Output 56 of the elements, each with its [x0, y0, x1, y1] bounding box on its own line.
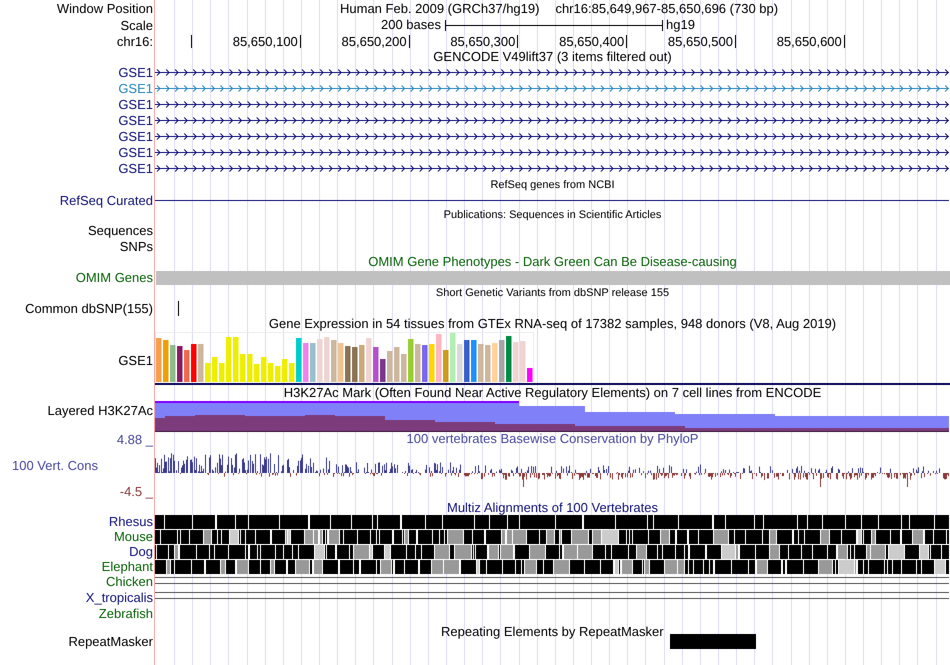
track-label[interactable]: OMIM Genes: [76, 271, 153, 284]
ruler-tick: [191, 35, 192, 48]
ruler-tick: [517, 35, 518, 48]
assembly-name: Human Feb. 2009 (GRCh37/hg19): [340, 0, 540, 18]
ruler-tick: [408, 35, 410, 48]
ruler-label: 85,650,600: [776, 32, 843, 51]
track-label[interactable]: Chicken: [106, 575, 153, 588]
track-label[interactable]: Elephant: [102, 560, 153, 573]
track-label[interactable]: GSE1: [118, 130, 153, 142]
row-label: Scale: [120, 18, 153, 32]
axis-max-label: 4.88 _: [116, 433, 153, 446]
track-label[interactable]: Dog: [129, 545, 153, 558]
track-title: Repeating Elements by RepeatMasker: [441, 623, 664, 641]
ruler-label: 85,650,500: [668, 32, 734, 51]
track-title: RefSeq genes from NCBI: [490, 178, 615, 192]
ruler-tick: [300, 35, 301, 48]
track-label[interactable]: GSE1: [118, 66, 153, 78]
track-title: Publications: Sequences in Scientific Articles: [444, 208, 662, 223]
track-title: Gene Expression in 54 tissues from GTEx RNA-seq of 17382 samples, 948 donors (V8, Aug 2019): [268, 315, 836, 334]
track-title: GENCODE V49lift37 (3 items filtered out): [433, 48, 672, 66]
ruler-label: 85,650,300: [450, 32, 516, 51]
ruler-label: 85,650,200: [342, 32, 408, 51]
track-label[interactable]: X_tropicalis: [86, 590, 153, 604]
assembly-label: hg19: [666, 16, 695, 34]
track-label[interactable]: Zebrafish: [98, 606, 153, 620]
track-label[interactable]: Sequences: [88, 224, 153, 237]
ruler-tick: [626, 35, 628, 48]
axis-min-label: -4.5 _: [120, 485, 153, 498]
track-label[interactable]: 100 Vert. Cons: [12, 459, 153, 472]
track-label[interactable]: Layered H3K27Ac: [47, 404, 153, 417]
track-title: 100 vertebrates Basewise Conservation by PhyloP: [406, 430, 698, 448]
track-label[interactable]: SNPs: [120, 240, 153, 252]
track-label[interactable]: Rhesus: [108, 515, 153, 528]
ruler-tick: [734, 35, 736, 48]
track-title: Short Genetic Variants from dbSNP release 155: [436, 286, 670, 301]
scale-text: 200 bases: [381, 16, 441, 34]
track-label[interactable]: Mouse: [114, 530, 153, 543]
track-title: Multiz Alignments of 100 Vertebrates: [446, 499, 658, 518]
track-label[interactable]: Common dbSNP(155): [25, 302, 153, 315]
track-label[interactable]: GSE1: [118, 146, 153, 158]
track-title: H3K27Ac Mark (Often Found Near Active Regulatory Elements) on 7 cell lines from ENCODE: [284, 384, 822, 402]
row-label: chr16:: [116, 35, 153, 48]
track-label[interactable]: GSE1: [118, 354, 153, 366]
track-label[interactable]: GSE1: [118, 82, 153, 94]
track-title: OMIM Gene Phenotypes - Dark Green Can Be Disease-causing: [368, 253, 737, 272]
ruler-label: 85,650,400: [559, 32, 626, 51]
ruler-tick: [844, 35, 845, 48]
position-text: chr16:85,649,967-85,650,696 (730 bp): [555, 0, 778, 18]
track-label[interactable]: GSE1: [118, 114, 153, 126]
track-label[interactable]: RepeatMasker: [68, 635, 153, 648]
variant-tick: [178, 301, 179, 316]
track-label[interactable]: RefSeq Curated: [60, 194, 153, 206]
track-label[interactable]: GSE1: [118, 162, 153, 174]
track-label[interactable]: GSE1: [118, 98, 153, 110]
ruler-label: 85,650,100: [232, 32, 299, 51]
row-label: Window Position: [56, 2, 153, 15]
